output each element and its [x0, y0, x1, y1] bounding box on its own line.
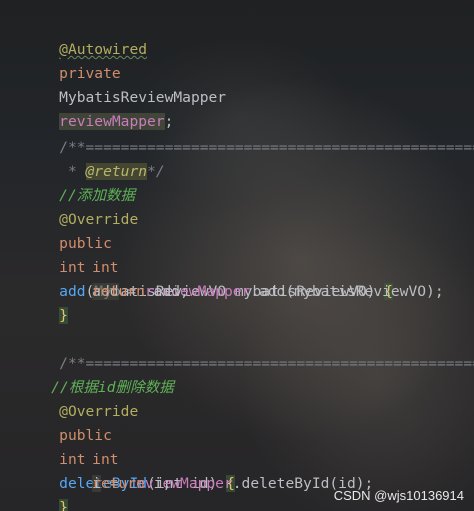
- keyword-return: return: [92, 283, 145, 300]
- code-line[interactable]: }: [24, 280, 68, 324]
- csdn-watermark: CSDN @wjs10136914: [333, 488, 464, 503]
- return-value: i;: [144, 475, 172, 492]
- code-line[interactable]: @Override: [24, 376, 138, 420]
- code-line[interactable]: return add;: [57, 256, 189, 300]
- code-line[interactable]: return i;: [57, 448, 171, 492]
- close-brace: }: [59, 499, 68, 511]
- code-line[interactable]: /**=====================================…: [24, 328, 474, 372]
- code-editor[interactable]: @Autowired private MybatisReviewMapper r…: [0, 0, 474, 511]
- code-line[interactable]: public int deleteById(int id) {: [24, 400, 235, 492]
- code-line[interactable]: @Autowired: [24, 14, 147, 58]
- close-brace: }: [59, 307, 68, 324]
- return-value: add;: [144, 283, 189, 300]
- keyword-private: private: [59, 65, 121, 82]
- code-line[interactable]: public int add(MybatisReviewVO mybatisRe…: [24, 208, 394, 300]
- code-line[interactable]: }: [24, 472, 68, 511]
- type-name: MybatisReviewMapper: [59, 89, 227, 106]
- code-line[interactable]: @Override: [24, 184, 138, 228]
- keyword-return: return: [92, 475, 145, 492]
- doc-comment-end: */: [147, 163, 165, 180]
- code-line[interactable]: /**=====================================…: [24, 112, 474, 156]
- code-line[interactable]: //添加数据: [24, 160, 135, 204]
- code-line[interactable]: int i = reviewMapper.deleteById(id);: [57, 424, 373, 492]
- code-line[interactable]: private MybatisReviewMapper reviewMapper…: [24, 38, 226, 130]
- method-call: .add(mybatisReviewVO);: [250, 283, 444, 300]
- code-line[interactable]: * @return*/: [24, 136, 165, 180]
- code-line[interactable]: //根据id删除数据: [16, 352, 174, 396]
- code-line[interactable]: int add = reviewMapper.add(mybatisReview…: [57, 232, 444, 300]
